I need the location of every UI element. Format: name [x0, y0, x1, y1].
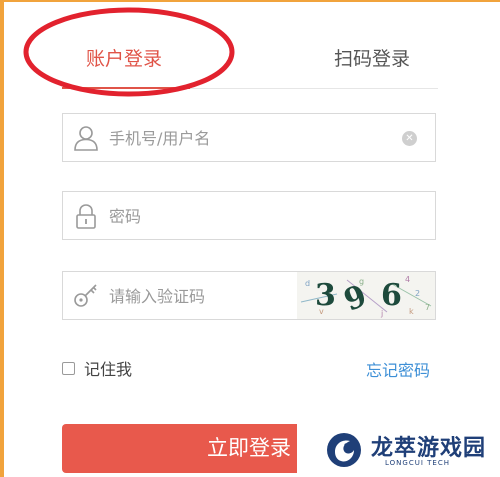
frame-edge-left	[0, 0, 4, 477]
checkbox-box[interactable]	[62, 361, 75, 375]
captcha-digit: 6	[381, 278, 402, 313]
svg-text:7: 7	[425, 303, 430, 312]
username-input[interactable]	[109, 124, 369, 152]
watermark-subtitle: LONGCUI TECH	[385, 459, 450, 467]
clear-icon[interactable]: ✕	[402, 131, 417, 146]
site-watermark: 龙萃游戏园 LONGCUI TECH	[297, 424, 500, 477]
username-field: ✕	[62, 113, 436, 162]
captcha-digit: 3	[315, 278, 336, 313]
tab-qr-login[interactable]: 扫码登录	[334, 44, 410, 71]
key-icon	[74, 284, 97, 307]
watermark-title: 龙萃游戏园	[371, 436, 487, 461]
active-tab-underline	[62, 87, 190, 89]
password-input[interactable]	[109, 202, 369, 230]
dragon-logo-icon	[327, 433, 361, 467]
svg-text:d: d	[305, 279, 310, 288]
svg-text:4: 4	[405, 275, 410, 284]
captcha-field: d v g 4 2 k 7 j 3 9 6	[62, 271, 436, 320]
remember-me-label: 记住我	[84, 360, 133, 379]
lock-icon	[76, 204, 96, 229]
remember-me-checkbox[interactable]: 记住我	[62, 356, 132, 380]
user-icon	[74, 126, 98, 151]
tab-account-login[interactable]: 账户登录	[86, 44, 162, 71]
frame-edge-top	[0, 0, 500, 2]
forgot-password-link[interactable]: 忘记密码	[366, 357, 430, 381]
captcha-image[interactable]: d v g 4 2 k 7 j 3 9 6	[297, 272, 435, 319]
login-tabs: 账户登录 扫码登录	[62, 30, 438, 90]
svg-text:2: 2	[415, 289, 420, 298]
svg-text:k: k	[409, 307, 414, 316]
password-field	[62, 191, 436, 240]
